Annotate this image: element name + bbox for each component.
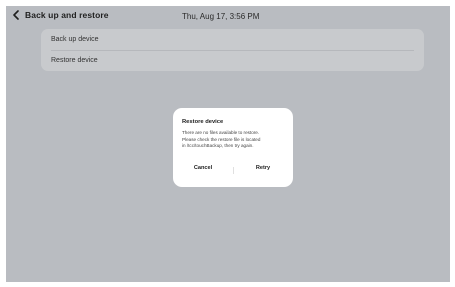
restore-device-dialog: Restore device There are no files availa… [173,108,293,187]
cancel-button[interactable]: Cancel [173,165,233,171]
top-bar: Back up and restore Thu, Aug 17, 3:56 PM [6,6,450,28]
datetime-label: Thu, Aug 17, 3:56 PM [182,12,260,21]
menu-divider [51,50,414,51]
dialog-message-line: There are no files available to restore. [182,130,260,135]
dialog-message-line: in /tcc/touchBackup, then try again. [182,143,254,149]
backup-restore-menu: Back up device Restore device [41,29,424,71]
chevron-left-icon [13,10,19,20]
dialog-title: Restore device [182,119,224,125]
retry-button[interactable]: Retry [233,165,293,171]
menu-item-restore-device[interactable]: Restore device [41,50,424,71]
dialog-message: There are no files available to restore.… [182,130,288,150]
dialog-message-line: Please check the restore file is located [182,136,261,142]
back-button[interactable]: Back up and restore [12,10,109,20]
page-title: Back up and restore [25,10,109,20]
dialog-actions: Cancel Retry [173,165,293,177]
menu-item-back-up-device[interactable]: Back up device [41,29,424,50]
screen: Back up and restore Thu, Aug 17, 3:56 PM… [6,6,450,282]
